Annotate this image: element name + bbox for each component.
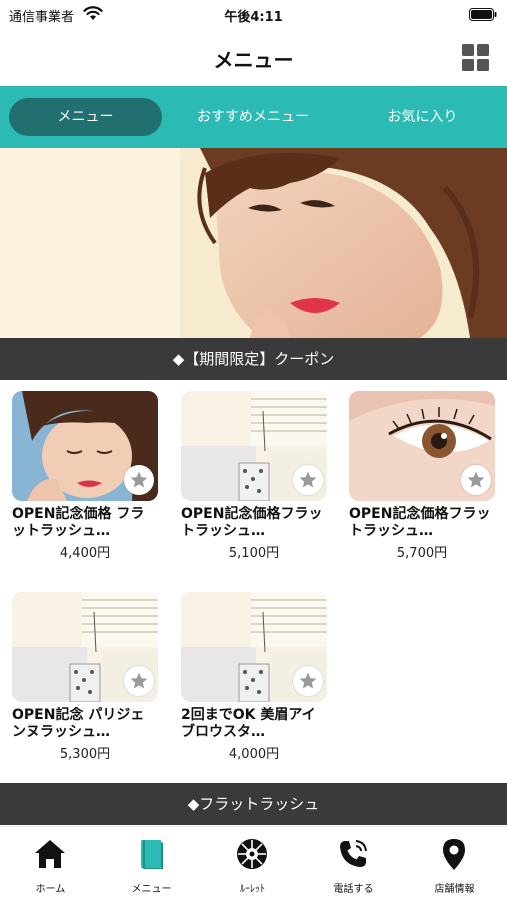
favorite-button[interactable] — [293, 666, 323, 696]
coupon-card[interactable]: OPEN記念価格フラットラッシュ… 5,100円 — [181, 391, 327, 561]
hero-portrait-image — [0, 148, 507, 338]
nav-item-home[interactable]: ホーム — [0, 827, 101, 900]
coupon-card[interactable]: OPEN記念 パリジェンヌラッシュ… 5,300円 — [12, 592, 158, 762]
star-icon — [130, 672, 148, 689]
coupon-image — [12, 391, 158, 501]
battery-icon — [469, 8, 497, 21]
clock: 午後4:11 — [224, 10, 283, 25]
coupon-image — [349, 391, 495, 501]
nav-label-roulette: ﾙｰﾚｯﾄ — [240, 884, 265, 895]
coupon-price: 4,000円 — [228, 747, 280, 762]
roulette-icon — [237, 839, 267, 869]
coupon-title: OPEN記念価格フラットラッシュ… — [349, 506, 491, 539]
coupon-title: OPEN記念 パリジェンヌラッシュ… — [12, 707, 145, 740]
coupon-title: OPEN記念価格 フラットラッシュ… — [12, 506, 145, 539]
nav-label-store-info: 店舗情報 — [434, 884, 475, 895]
phone-icon — [340, 840, 367, 867]
favorite-button[interactable] — [124, 666, 154, 696]
favorite-button[interactable] — [293, 465, 323, 495]
nav-label-home: ホーム — [35, 884, 66, 895]
star-icon — [299, 471, 317, 488]
hero-banner[interactable] — [0, 148, 507, 338]
coupon-image — [181, 592, 327, 702]
coupon-image — [12, 592, 158, 702]
map-pin-icon — [443, 839, 465, 870]
coupon-image — [181, 391, 327, 501]
star-icon — [299, 672, 317, 689]
tab-favorites[interactable]: お気に入り — [338, 98, 507, 136]
nav-item-menu[interactable]: メニュー — [101, 827, 202, 900]
favorite-button[interactable] — [461, 465, 491, 495]
coupon-price: 5,100円 — [228, 546, 280, 561]
coupon-price: 5,300円 — [59, 747, 111, 762]
nav-label-call: 電話する — [333, 884, 374, 895]
tab-bar: メニュー おすすめメニュー お気に入り — [0, 86, 507, 148]
tab-recommended-menu[interactable]: おすすめメニュー — [168, 98, 338, 136]
bottom-nav: ホーム メニュー ﾙｰﾚｯﾄ 電話する 店舗情報 — [0, 826, 507, 900]
nav-item-store-info[interactable]: 店舗情報 — [404, 827, 505, 900]
nav-item-call[interactable]: 電話する — [303, 827, 404, 900]
nav-item-roulette[interactable]: ﾙｰﾚｯﾄ — [202, 827, 303, 900]
star-icon — [467, 471, 485, 488]
coupon-price: 4,400円 — [59, 546, 111, 561]
coupon-title: OPEN記念価格フラットラッシュ… — [181, 506, 323, 539]
grid-view-icon[interactable] — [462, 44, 490, 72]
status-bar: 通信事業者 午後4:11 — [0, 0, 507, 30]
nav-label-menu: メニュー — [131, 884, 172, 895]
home-icon — [35, 840, 65, 868]
nav-header: メニュー — [0, 30, 507, 86]
page-title: メニュー — [213, 48, 294, 72]
favorite-button[interactable] — [124, 465, 154, 495]
coupon-price: 5,700円 — [396, 546, 448, 561]
coupon-card[interactable]: OPEN記念価格フラットラッシュ… 5,700円 — [349, 391, 495, 561]
star-icon — [130, 471, 148, 488]
coupon-title: 2回までOK 美眉アイブロウスタ… — [181, 707, 316, 740]
section-header-coupon: ◆【期間限定】クーポン — [0, 338, 507, 380]
coupon-card[interactable]: 2回までOK 美眉アイブロウスタ… 4,000円 — [181, 592, 327, 762]
section-header-flat-lash: ◆フラットラッシュ — [0, 783, 507, 825]
book-icon — [141, 840, 163, 869]
tab-menu[interactable]: メニュー — [9, 98, 162, 136]
coupon-card[interactable]: OPEN記念価格 フラットラッシュ… 4,400円 — [12, 391, 158, 561]
